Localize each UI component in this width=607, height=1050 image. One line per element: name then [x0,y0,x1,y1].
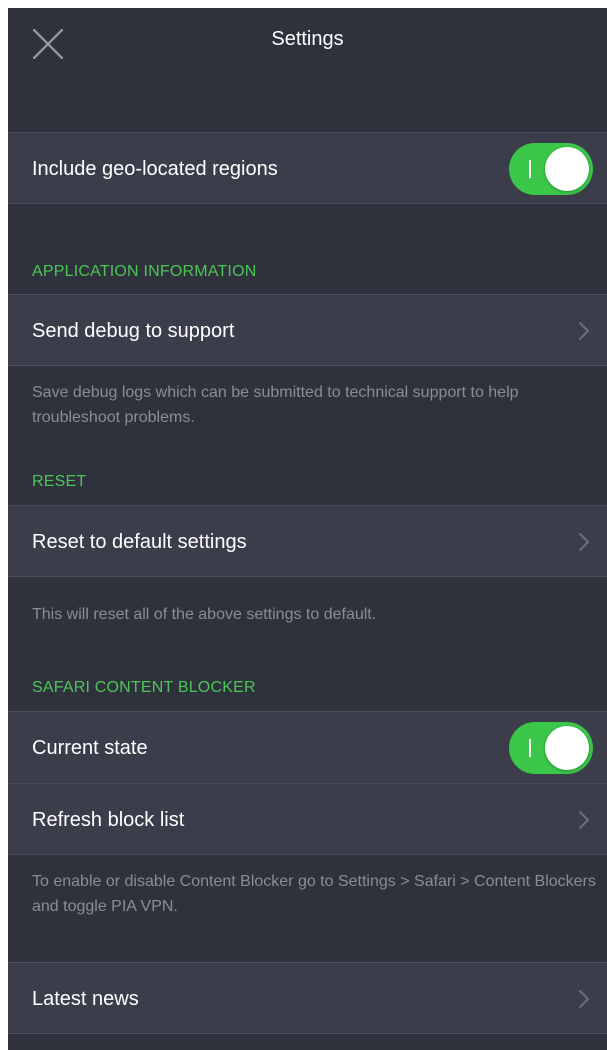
latest-news-label: Latest news [32,988,139,1010]
section-title-reset: RESET [32,473,87,490]
toggle-knob [545,147,589,191]
geo-regions-label: Include geo-located regions [32,158,278,180]
content-blocker-description: To enable or disable Content Blocker go … [32,873,596,915]
reset-defaults-row[interactable]: Reset to default settings [8,505,607,577]
settings-screen: Settings Include geo-located regions APP… [8,8,607,1050]
reset-defaults-label: Reset to default settings [32,531,247,553]
refresh-block-list-row[interactable]: Refresh block list [8,783,607,855]
header: Settings [8,8,607,76]
toggle-knob [545,726,589,770]
geo-regions-row: Include geo-located regions [8,132,607,204]
chevron-right-icon [579,533,589,551]
toggle-on-mark [529,739,531,757]
refresh-block-list-label: Refresh block list [32,809,185,831]
current-state-label: Current state [32,737,148,759]
current-state-row: Current state [8,711,607,783]
section-title-safari-content-blocker: SAFARI CONTENT BLOCKER [32,679,256,696]
latest-news-row[interactable]: Latest news [8,962,607,1034]
chevron-right-icon [579,990,589,1008]
chevron-right-icon [579,811,589,829]
page-title: Settings [271,28,344,50]
geo-regions-toggle[interactable] [509,143,593,195]
send-debug-label: Send debug to support [32,320,235,342]
chevron-right-icon [579,322,589,340]
send-debug-row[interactable]: Send debug to support [8,294,607,366]
section-title-application-information: APPLICATION INFORMATION [32,263,257,280]
send-debug-description: Save debug logs which can be submitted t… [32,384,519,426]
current-state-toggle[interactable] [509,722,593,774]
reset-description: This will reset all of the above setting… [32,606,377,623]
toggle-on-mark [529,160,531,178]
